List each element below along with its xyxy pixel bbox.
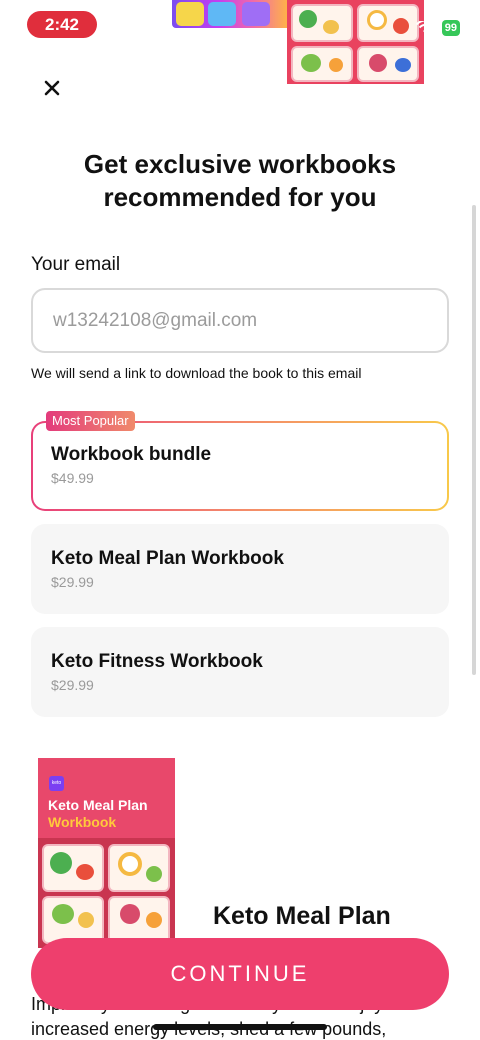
page-title-line1: Get exclusive workbooks bbox=[83, 149, 397, 179]
scrollbar[interactable] bbox=[472, 205, 476, 675]
product-title: Keto Meal Plan bbox=[213, 902, 391, 930]
page-title-line2: recommended for you bbox=[103, 182, 377, 212]
option-title: Workbook bundle bbox=[51, 444, 212, 465]
most-popular-badge: Most Popular bbox=[46, 411, 135, 431]
banner-image-bottles bbox=[172, 0, 288, 28]
option-price: $29.99 bbox=[51, 574, 94, 590]
banner-image-meal-prep bbox=[287, 0, 424, 84]
option-keto-fitness-workbook[interactable]: Keto Fitness Workbook $29.99 bbox=[31, 627, 449, 717]
option-title: Keto Fitness Workbook bbox=[51, 651, 263, 672]
email-field[interactable] bbox=[31, 288, 449, 353]
book-cover-food-image bbox=[38, 838, 175, 948]
close-icon bbox=[44, 80, 60, 96]
battery-indicator: 99 bbox=[441, 20, 460, 36]
email-label: Your email bbox=[31, 254, 121, 275]
continue-button[interactable]: CONTINUE bbox=[31, 938, 449, 1010]
book-logo: keto bbox=[49, 776, 64, 791]
email-helper-text: We will send a link to download the book… bbox=[31, 365, 362, 381]
option-title: Keto Meal Plan Workbook bbox=[51, 548, 284, 569]
close-button[interactable] bbox=[38, 74, 66, 102]
option-price: $49.99 bbox=[51, 470, 94, 486]
book-cover-subtitle: Workbook bbox=[48, 814, 117, 830]
option-workbook-bundle[interactable]: Workbook bundle $49.99 bbox=[31, 421, 449, 511]
book-cover-title: Keto Meal Plan bbox=[48, 797, 148, 813]
option-keto-meal-plan-workbook[interactable]: Keto Meal Plan Workbook $29.99 bbox=[31, 524, 449, 614]
wifi-icon bbox=[415, 21, 436, 34]
page-title: Get exclusive workbooks recommended for … bbox=[0, 148, 480, 214]
status-time: 2:42 bbox=[27, 11, 97, 38]
status-indicators: 99 bbox=[415, 20, 460, 36]
option-price: $29.99 bbox=[51, 677, 94, 693]
home-indicator bbox=[153, 1024, 327, 1030]
book-cover-image: keto Keto Meal Plan Workbook bbox=[38, 758, 175, 948]
